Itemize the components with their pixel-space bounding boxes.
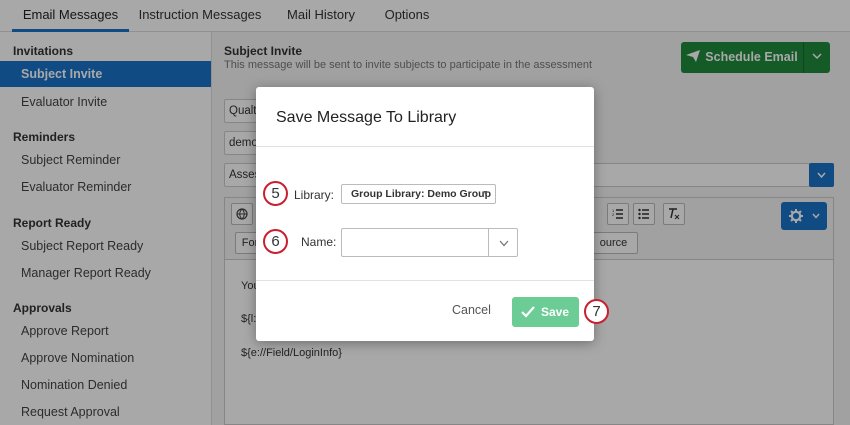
dialog-title: Save Message To Library (276, 109, 457, 126)
dialog-divider-bottom (256, 280, 594, 281)
save-button-label: Save (541, 305, 570, 319)
library-select[interactable]: Group Library: Demo Group ▼ (341, 184, 496, 204)
caret-down-icon: ▼ (482, 190, 489, 197)
dialog-divider-top (256, 146, 594, 147)
step-marker-7: 7 (584, 299, 609, 324)
name-dropdown-button[interactable] (488, 228, 518, 257)
step-marker-5: 5 (263, 181, 288, 206)
checkmark-icon (521, 306, 535, 318)
library-select-value: Group Library: Demo Group (351, 188, 492, 200)
step-marker-6: 6 (263, 229, 288, 254)
save-button[interactable]: Save (512, 297, 579, 327)
name-label: Name: (301, 235, 337, 249)
cancel-button[interactable]: Cancel (452, 303, 491, 317)
name-input[interactable] (341, 228, 489, 257)
chevron-down-icon (499, 240, 509, 247)
save-to-library-dialog: Save Message To Library 5 Library: Group… (256, 87, 609, 341)
library-label: Library: (294, 188, 335, 202)
